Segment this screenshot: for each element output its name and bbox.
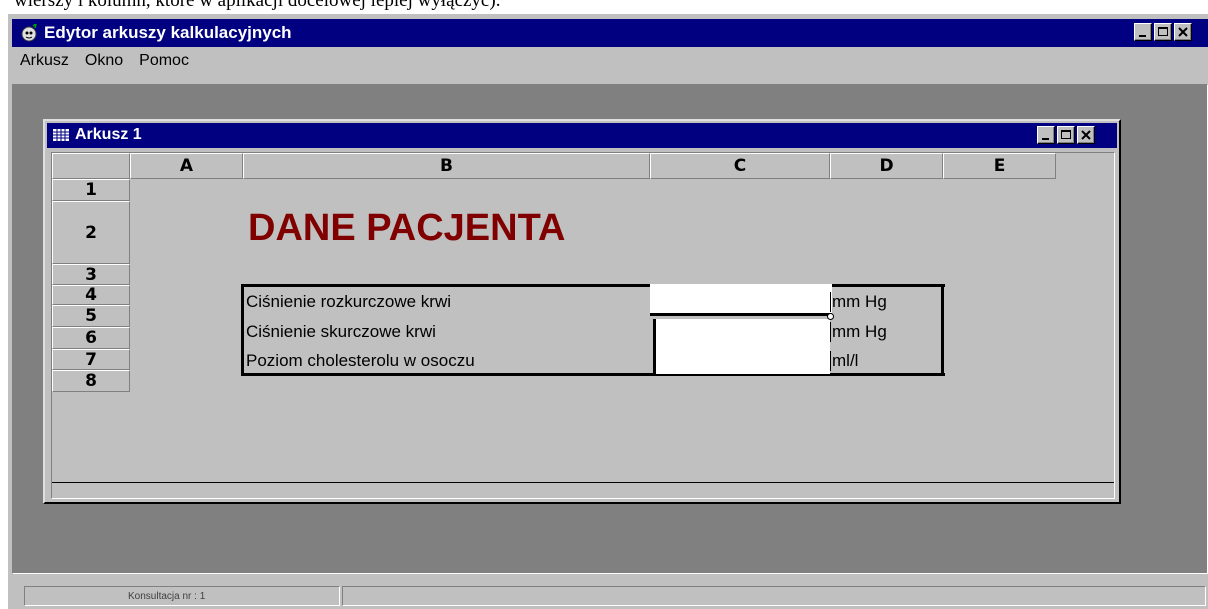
sheet-maximize-button[interactable]	[1057, 126, 1075, 144]
row-header-8[interactable]: 8	[52, 370, 130, 392]
spreadsheet-grid: A B C D E 1 2 3 4 5 6 7 8 DANE PACJENTA	[51, 152, 1115, 499]
menu-item-arkusz[interactable]: Arkusz	[12, 50, 77, 74]
field-label-diastolic: Ciśnienie rozkurczowe krwi	[246, 292, 452, 311]
column-header-e[interactable]: E	[943, 153, 1056, 179]
row-header-2[interactable]: 2	[52, 201, 130, 264]
unit-systolic: mm Hg	[830, 322, 887, 342]
sheet-titlebar[interactable]: Arkusz 1	[47, 123, 1117, 148]
input-systolic-cholesterol[interactable]	[653, 319, 830, 374]
fill-handle[interactable]	[827, 313, 834, 320]
spreadsheet-icon	[53, 129, 69, 141]
sheet-window: Arkusz 1 A B C D E 1 2 3 4 5 6 7 8 DANE …	[43, 119, 1121, 504]
app-titlebar[interactable]: Edytor arkuszy kalkulacyjnych	[12, 19, 1208, 47]
minimize-icon	[1139, 35, 1146, 37]
sheet-window-controls	[1037, 126, 1095, 144]
row-header-6[interactable]: 6	[52, 327, 130, 349]
select-all-corner[interactable]	[52, 153, 130, 179]
patient-data-heading: DANE PACJENTA	[248, 207, 566, 249]
maximize-icon	[1061, 130, 1071, 139]
input-cholesterol[interactable]	[656, 347, 830, 374]
consultation-number: Konsultacja nr : 1	[128, 591, 206, 602]
status-panel-consultation: Konsultacja nr : 1	[24, 586, 340, 606]
row-header-1[interactable]: 1	[52, 179, 130, 201]
app-icon	[21, 24, 37, 42]
sheet-close-button[interactable]	[1077, 126, 1095, 144]
menu-bar: Arkusz Okno Pomoc	[12, 50, 197, 74]
menu-item-pomoc[interactable]: Pomoc	[131, 50, 197, 74]
column-header-b[interactable]: B	[243, 153, 650, 179]
mdi-workspace: Arkusz 1 A B C D E 1 2 3 4 5 6 7 8 DANE …	[12, 84, 1208, 574]
patient-data-table: Ciśnienie rozkurczowe krwi Ciśnienie sku…	[241, 284, 945, 376]
unit-diastolic: mm Hg	[830, 292, 887, 312]
sheet-minimize-button[interactable]	[1037, 126, 1055, 144]
app-window-controls	[1134, 23, 1192, 41]
sheet-body: A B C D E 1 2 3 4 5 6 7 8 DANE PACJENTA	[52, 153, 1114, 483]
close-icon	[1178, 27, 1188, 37]
minimize-button[interactable]	[1134, 23, 1152, 41]
app-title: Edytor arkuszy kalkulacyjnych	[44, 23, 292, 42]
status-panel-main	[342, 586, 1206, 606]
close-icon	[1081, 130, 1091, 140]
sheet-title: Arkusz 1	[75, 126, 142, 143]
minimize-icon	[1042, 138, 1049, 140]
column-header-d[interactable]: D	[830, 153, 943, 179]
unit-cholesterol: ml/l	[830, 351, 859, 371]
app-window: Edytor arkuszy kalkulacyjnych Arkusz Okn…	[8, 14, 1208, 609]
input-diastolic[interactable]	[650, 284, 832, 316]
row-header-4[interactable]: 4	[52, 285, 130, 305]
maximize-icon	[1158, 27, 1168, 36]
menu-item-okno[interactable]: Okno	[77, 50, 131, 74]
input-systolic[interactable]	[656, 319, 830, 346]
document-text-fragment: wierszy i kolumn, które w aplikacji doce…	[14, 0, 501, 11]
row-header-5[interactable]: 5	[52, 305, 130, 327]
row-header-7[interactable]: 7	[52, 349, 130, 370]
close-button[interactable]	[1174, 23, 1192, 41]
field-label-systolic: Ciśnienie skurczowe krwi	[246, 322, 436, 341]
status-bar: Konsultacja nr : 1	[12, 584, 1208, 608]
maximize-button[interactable]	[1154, 23, 1172, 41]
row-header-3[interactable]: 3	[52, 264, 130, 285]
column-header-a[interactable]: A	[130, 153, 243, 179]
field-label-cholesterol: Poziom cholesterolu w osoczu	[246, 351, 475, 370]
table-right-border	[941, 284, 944, 376]
column-header-c[interactable]: C	[650, 153, 830, 179]
